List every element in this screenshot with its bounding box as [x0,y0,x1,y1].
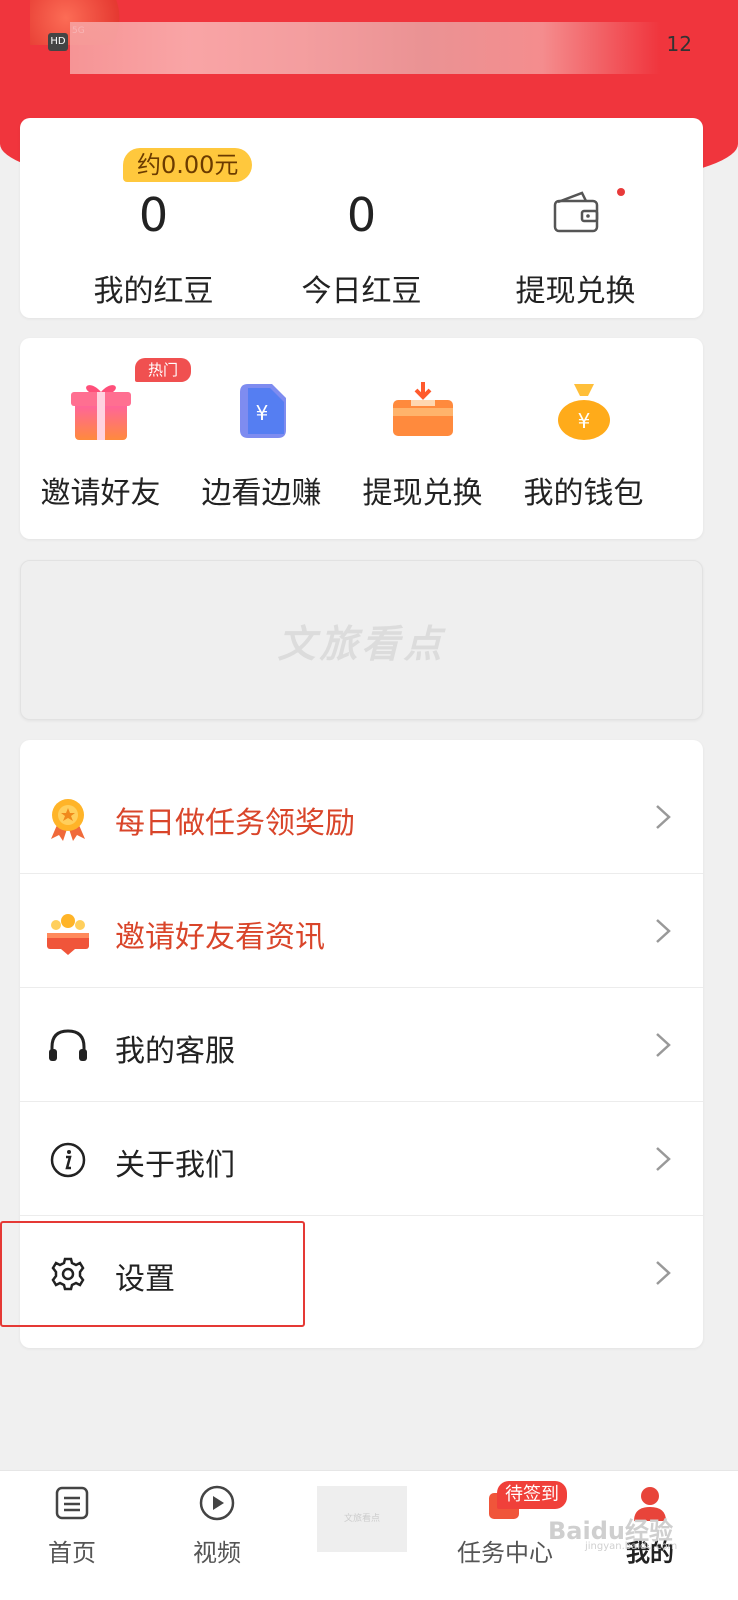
my-beans-label: 我的红豆 [93,274,214,309]
withdraw-card-icon [392,382,453,436]
my-wallet-label: 我的钱包 [523,476,644,511]
today-beans-label: 今日红豆 [301,274,422,309]
svg-text:¥: ¥ [255,401,268,425]
menu-item-about-us[interactable]: 关于我们 [20,1102,703,1216]
chevron-right-icon [656,1033,671,1057]
status-time: 12 [666,32,692,56]
quick-withdraw[interactable]: 提现兑换 [342,338,503,539]
gift-icon [70,385,131,440]
play-circle-icon [199,1485,235,1521]
baidu-watermark-url: jingyan.baidu.com [585,1541,678,1552]
tab-video[interactable]: 视频 [167,1471,267,1600]
hd-signal-icon: HD [48,33,68,51]
approx-value-badge: 约0.00元 [123,148,253,182]
tabbar-ad-slot[interactable]: 文旅看点 [317,1486,407,1552]
menu-label-about-us: 关于我们 [115,1148,235,1183]
menu-label-customer-service: 我的客服 [115,1034,235,1069]
blurred-user-info [70,22,660,74]
sign-in-badge: 待签到 [497,1481,567,1509]
svg-text:¥: ¥ [577,409,590,433]
home-news-icon [55,1486,89,1520]
tab-home-label: 首页 [48,1539,96,1567]
today-beans-value: 0 [346,188,377,242]
menu-item-daily-tasks[interactable]: 每日做任务领奖励 [20,760,703,874]
withdraw-label: 提现兑换 [515,274,636,309]
earnings-card: 0 我的红豆 约0.00元 0 今日红豆 提现兑换 [20,118,703,318]
quick-my-wallet[interactable]: ¥ 我的钱包 [503,338,664,539]
menu-item-invite-read[interactable]: 邀请好友看资讯 [20,874,703,988]
banner-text: 文旅看点 [277,621,446,666]
bottom-tab-bar: 首页 视频 文旅看点 任务中心 待签到 我的 Baidu经验 jingyan.b… [0,1470,738,1600]
chevron-right-icon [656,1261,671,1285]
hot-badge: 热门 [135,358,191,382]
my-beans-value: 0 [138,188,169,242]
chevron-right-icon [656,805,671,829]
ad-slot-text: 文旅看点 [343,1514,380,1524]
menu-label-invite-read: 邀请好友看资讯 [115,920,325,955]
group-icon [47,914,89,955]
tab-home[interactable]: 首页 [22,1471,122,1600]
money-bag-icon: ¥ [557,384,610,440]
medal-icon [51,799,85,841]
tab-task-center-label: 任务中心 [457,1539,553,1567]
yuan-coin-icon: ¥ [239,384,286,438]
withdraw-quick-label: 提现兑换 [362,476,483,511]
headset-icon [49,1029,87,1061]
ad-banner[interactable]: 文旅看点 [20,560,703,720]
settings-highlight-annotation [0,1221,305,1327]
info-icon [50,1142,86,1178]
quick-watch-earn[interactable]: ¥ 边看边赚 [181,338,342,539]
status-bar: HD 5G 12 [0,0,738,90]
menu-label-daily-tasks: 每日做任务领奖励 [115,806,355,841]
quick-actions-card: 邀请好友 ¥ 边看边赚 提现兑换 ¥ 我的钱包 [20,338,703,539]
tab-video-label: 视频 [193,1539,241,1567]
invite-friends-label: 邀请好友 [40,476,161,511]
notification-dot [617,188,625,196]
watch-earn-label: 边看边赚 [201,476,322,511]
chevron-right-icon [656,919,671,943]
chevron-right-icon [656,1147,671,1171]
menu-item-customer-service[interactable]: 我的客服 [20,988,703,1102]
wallet-icon [553,191,599,233]
today-beans-stat[interactable]: 0 今日红豆 [248,118,475,318]
